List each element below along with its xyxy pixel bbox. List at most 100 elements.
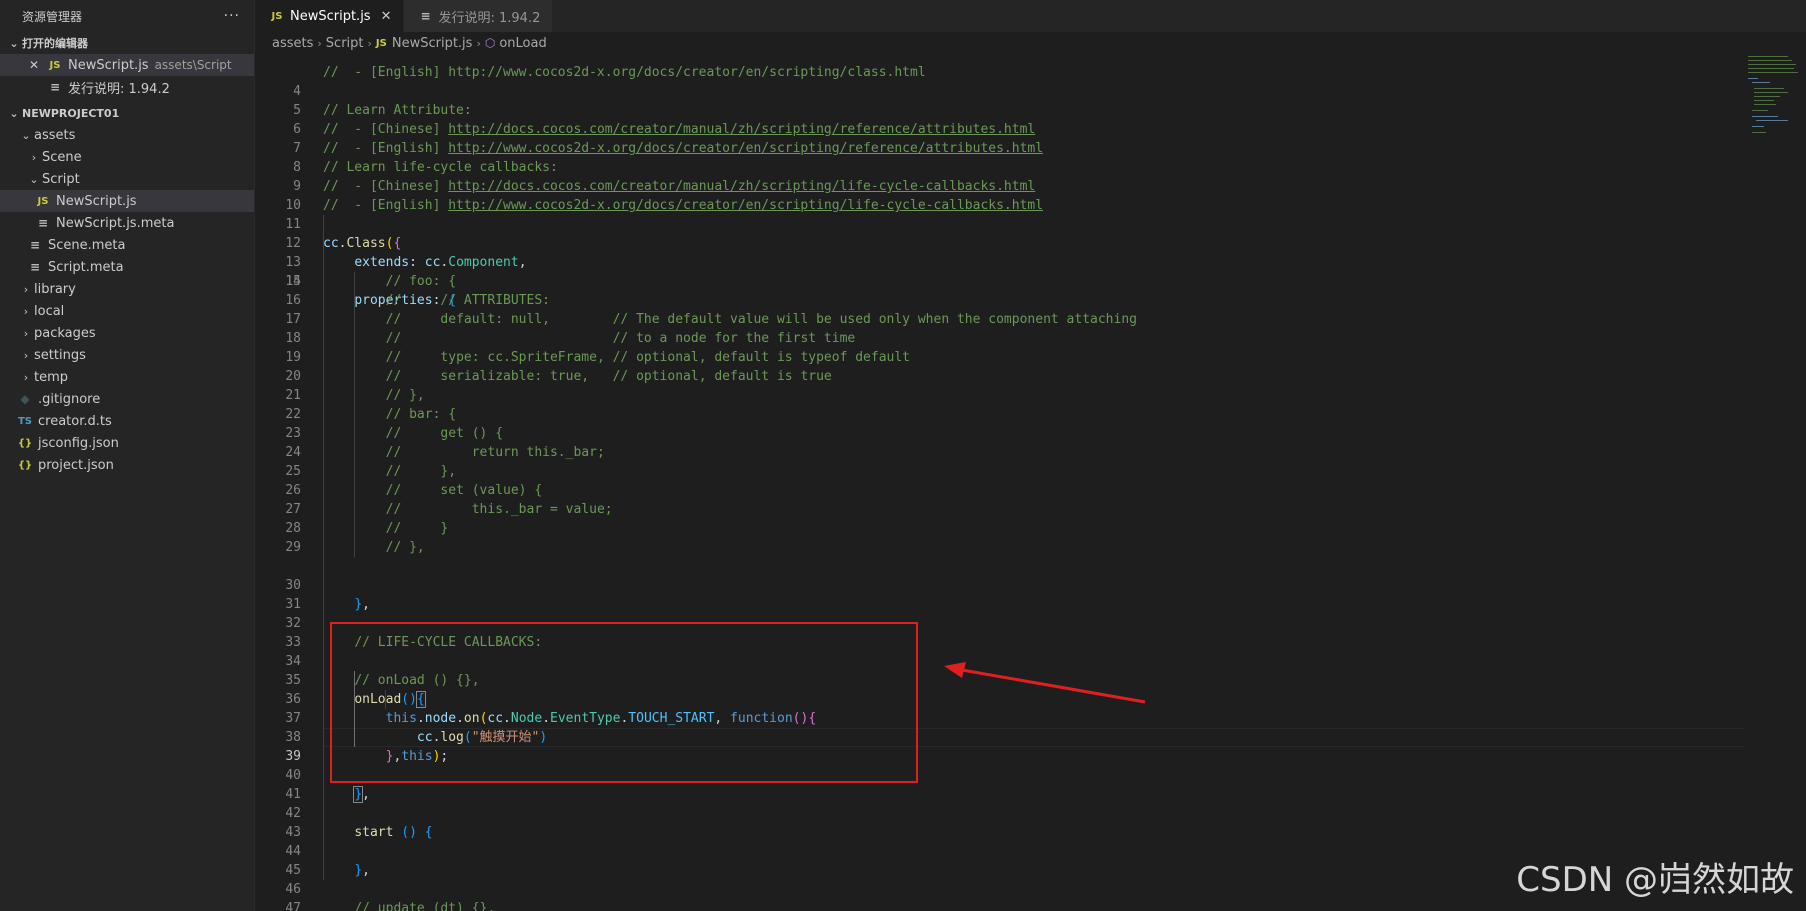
- breadcrumb-symbol[interactable]: onLoad: [499, 36, 546, 51]
- code-line: 16 // // ATTRIBUTES:: [256, 291, 1744, 310]
- minimap-line: [1748, 64, 1796, 65]
- tree-item-settings[interactable]: › settings: [0, 344, 254, 366]
- code-line: 20 // serializable: true, // optional, d…: [256, 367, 1744, 386]
- tree-item-label: NewScript.js.meta: [56, 215, 175, 231]
- open-editor-release-notes[interactable]: ≡ 发行说明: 1.94.2: [0, 76, 254, 98]
- open-editor-newscript[interactable]: ✕ JS NewScript.js assets\Script: [0, 54, 254, 76]
- code-line: 23 // get () {: [256, 424, 1744, 443]
- tree-item-newscript[interactable]: JS NewScript.js: [0, 190, 254, 212]
- watermark: CSDN @岿然如故: [1516, 860, 1794, 900]
- open-editor-path: assets\Script: [154, 58, 232, 72]
- tree-item-label: NewScript.js: [56, 193, 137, 209]
- line-number: 19: [285, 350, 301, 365]
- open-editors-section[interactable]: ⌄ 打开的编辑器: [0, 32, 254, 54]
- chevron-right-icon: ›: [23, 348, 29, 362]
- minimap-line: [1752, 132, 1766, 133]
- method-cube-icon: ⬡: [484, 36, 496, 50]
- line-number: 27: [285, 502, 301, 517]
- minimap-line: [1754, 96, 1780, 97]
- minimap-line: [1754, 100, 1774, 101]
- minimap-line: [1748, 60, 1792, 61]
- tree-item-assets[interactable]: ⌄ assets: [0, 124, 254, 146]
- tree-item-jsconfig[interactable]: {} jsconfig.json: [0, 432, 254, 454]
- ts-file-icon: TS: [17, 415, 33, 427]
- code-line: 10: [256, 177, 1744, 213]
- code-line: 4 // Learn Attribute:: [256, 63, 1744, 118]
- tree-item-creator-dts[interactable]: TS creator.d.ts: [0, 410, 254, 432]
- code-text: // foo: {: [385, 274, 457, 289]
- breadcrumb-assets[interactable]: assets: [272, 36, 313, 51]
- js-file-icon: JS: [49, 59, 61, 71]
- tree-item-label: temp: [34, 369, 69, 385]
- chevron-right-icon: ›: [23, 304, 29, 318]
- explorer-title: 资源管理器: [22, 9, 83, 24]
- code-text: // set (value) {: [385, 483, 543, 498]
- tree-item-gitignore[interactable]: ◆ .gitignore: [0, 388, 254, 410]
- tree-item-label: packages: [34, 325, 96, 341]
- code-line: 27 // this._bar = value;: [256, 500, 1744, 519]
- tree-item-library[interactable]: › library: [0, 278, 254, 300]
- code-line: 9 // - [English] http://www.cocos2d-x.or…: [256, 158, 1744, 213]
- minimap-line: [1754, 88, 1784, 89]
- close-icon[interactable]: ✕: [381, 9, 392, 24]
- tree-item-label: library: [34, 281, 76, 297]
- line-number: 16: [285, 293, 301, 308]
- meta-file-icon: ≡: [37, 216, 49, 230]
- close-icon[interactable]: ✕: [26, 58, 42, 72]
- code-text: // serializable: true, // optional, defa…: [385, 369, 832, 384]
- tree-item-label: Scene: [42, 149, 82, 165]
- chevron-right-icon: ›: [367, 36, 372, 50]
- annotation-arrow-icon: [944, 662, 1146, 704]
- tree-item-scene-meta[interactable]: ≡ Scene.meta: [0, 234, 254, 256]
- chevron-down-icon: ⌄: [21, 128, 31, 142]
- code-line: // - [English] http://www.cocos2d-x.org/…: [256, 54, 1744, 80]
- indent-guide: [323, 215, 324, 880]
- tree-item-script[interactable]: ⌄ Script: [0, 168, 254, 190]
- tree-item-script-meta[interactable]: ≡ Script.meta: [0, 256, 254, 278]
- code-line: 42 start () {: [256, 785, 1744, 840]
- editor-tabs: JS NewScript.js ✕ ≡ 发行说明: 1.94.2: [256, 0, 1806, 32]
- code-line: 21 // },: [256, 386, 1744, 405]
- tree-item-label: jsconfig.json: [38, 435, 119, 451]
- js-file-icon: JS: [375, 37, 387, 49]
- line-number: 18: [285, 331, 301, 346]
- tree-item-label: project.json: [38, 457, 114, 473]
- code-text: // type: cc.SpriteFrame, // optional, de…: [385, 350, 911, 365]
- tree-item-scene[interactable]: › Scene: [0, 146, 254, 168]
- code-text: // bar: {: [385, 407, 457, 422]
- tree-item-label: Script: [42, 171, 80, 187]
- line-number: 24: [285, 445, 301, 460]
- minimap-line: [1748, 78, 1758, 79]
- project-section[interactable]: ⌄ NEWPROJECT01: [0, 102, 254, 124]
- code-line: 25 // },: [256, 462, 1744, 481]
- tree-item-packages[interactable]: › packages: [0, 322, 254, 344]
- chevron-right-icon: ›: [23, 370, 29, 384]
- tree-item-label: creator.d.ts: [38, 413, 112, 429]
- code-line: 5 // - [Chinese] http://docs.cocos.com/c…: [256, 82, 1744, 137]
- code-line: 7 // Learn life-cycle callbacks:: [256, 120, 1744, 175]
- line-number: 15: [285, 274, 301, 289]
- more-actions-icon[interactable]: ···: [224, 8, 240, 24]
- tree-item-project-json[interactable]: {} project.json: [0, 454, 254, 476]
- tab-label: 发行说明: 1.94.2: [438, 10, 541, 26]
- minimap-line: [1748, 56, 1788, 57]
- tab-release-notes[interactable]: ≡ 发行说明: 1.94.2: [404, 0, 554, 32]
- tree-item-temp[interactable]: › temp: [0, 366, 254, 388]
- code-text: // // to a node for the first time: [385, 331, 856, 346]
- code-line: 32 // LIFE-CYCLE CALLBACKS:: [256, 595, 1744, 650]
- code-line: 19 // type: cc.SpriteFrame, // optional,…: [256, 348, 1744, 367]
- tree-item-newscript-meta[interactable]: ≡ NewScript.js.meta: [0, 212, 254, 234]
- minimap-line: [1752, 82, 1770, 83]
- code-line: 6 // - [English] http://www.cocos2d-x.or…: [256, 101, 1744, 156]
- code-line: 26 // set (value) {: [256, 481, 1744, 500]
- minimap[interactable]: [1744, 54, 1806, 911]
- meta-file-icon: ≡: [29, 260, 41, 274]
- line-number: 25: [285, 464, 301, 479]
- minimap-line: [1752, 116, 1778, 117]
- code-line: 29 // },: [256, 538, 1744, 557]
- minimap-line: [1754, 104, 1776, 105]
- tree-item-local[interactable]: › local: [0, 300, 254, 322]
- breadcrumb-file[interactable]: NewScript.js: [392, 36, 473, 51]
- tab-newscript[interactable]: JS NewScript.js ✕: [256, 0, 405, 32]
- breadcrumb-script[interactable]: Script: [326, 36, 364, 51]
